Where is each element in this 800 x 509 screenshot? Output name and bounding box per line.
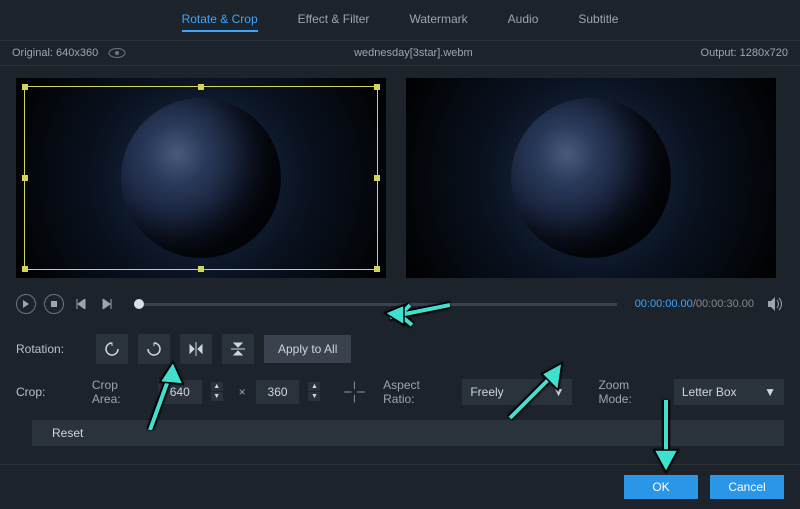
timeline[interactable]	[134, 303, 617, 306]
crop-width-down[interactable]: ▼	[211, 392, 223, 402]
crop-height-up[interactable]: ▲	[308, 382, 320, 392]
handle-mid-right[interactable]	[374, 175, 380, 181]
flip-horizontal-button[interactable]	[180, 334, 212, 364]
zoom-mode-select[interactable]: Letter Box▼	[674, 379, 784, 405]
times-label: ×	[239, 385, 246, 399]
filename-label: wednesday[3star].webm	[354, 47, 473, 59]
reset-button[interactable]: Reset	[32, 420, 784, 446]
chevron-down-icon: ▼	[764, 385, 776, 399]
output-preview	[406, 78, 776, 278]
eye-icon[interactable]	[108, 48, 126, 58]
rotate-left-button[interactable]	[96, 334, 128, 364]
handle-top-mid[interactable]	[198, 84, 204, 90]
earth-image	[511, 98, 671, 258]
time-total: 00:00:30.00	[696, 298, 754, 310]
playhead[interactable]	[134, 299, 144, 309]
crop-label: Crop:	[16, 385, 82, 399]
cancel-button[interactable]: Cancel	[710, 475, 784, 499]
ok-button[interactable]: OK	[624, 475, 698, 499]
stop-button[interactable]	[44, 294, 64, 314]
aspect-ratio-label: Aspect Ratio:	[383, 378, 450, 406]
handle-bottom-right[interactable]	[374, 266, 380, 272]
crop-width-up[interactable]: ▲	[211, 382, 223, 392]
tab-subtitle[interactable]: Subtitle	[578, 8, 618, 32]
output-size-label: Output: 1280x720	[701, 47, 788, 59]
handle-mid-left[interactable]	[22, 175, 28, 181]
info-bar: Original: 640x360 wednesday[3star].webm …	[0, 41, 800, 66]
tab-effect-filter[interactable]: Effect & Filter	[298, 8, 370, 32]
tab-rotate-crop[interactable]: Rotate & Crop	[182, 8, 258, 32]
volume-icon[interactable]	[768, 297, 784, 311]
original-size-label: Original: 640x360	[12, 47, 98, 59]
next-frame-button[interactable]	[98, 295, 116, 313]
zoom-mode-label: Zoom Mode:	[598, 378, 661, 406]
footer: OK Cancel	[0, 464, 800, 509]
crop-frame[interactable]	[24, 86, 378, 270]
handle-bottom-left[interactable]	[22, 266, 28, 272]
rotate-right-button[interactable]	[138, 334, 170, 364]
original-preview[interactable]	[16, 78, 386, 278]
aspect-ratio-select[interactable]: Freely▼	[462, 379, 572, 405]
tab-watermark[interactable]: Watermark	[409, 8, 467, 32]
time-current: 00:00:00.00	[635, 298, 693, 310]
crop-height-down[interactable]: ▼	[308, 392, 320, 402]
crop-area-label: Crop Area:	[92, 378, 146, 406]
chevron-down-icon: ▼	[553, 385, 565, 399]
playback-bar: 00:00:00.00/00:00:30.00	[0, 290, 800, 322]
controls-panel: Rotation: Apply to All Crop: Crop Area: …	[0, 322, 800, 458]
crop-height-input[interactable]: 360	[256, 380, 300, 404]
handle-top-left[interactable]	[22, 84, 28, 90]
tabs-bar: Rotate & Crop Effect & Filter Watermark …	[0, 0, 800, 41]
handle-top-right[interactable]	[374, 84, 380, 90]
apply-to-all-button[interactable]: Apply to All	[264, 335, 351, 363]
preview-row	[0, 66, 800, 290]
crop-width-input[interactable]: 640	[158, 380, 202, 404]
flip-vertical-button[interactable]	[222, 334, 254, 364]
tab-audio[interactable]: Audio	[508, 8, 539, 32]
rotation-label: Rotation:	[16, 342, 86, 356]
center-crop-icon[interactable]	[344, 381, 365, 403]
play-button[interactable]	[16, 294, 36, 314]
handle-bottom-mid[interactable]	[198, 266, 204, 272]
prev-frame-button[interactable]	[72, 295, 90, 313]
